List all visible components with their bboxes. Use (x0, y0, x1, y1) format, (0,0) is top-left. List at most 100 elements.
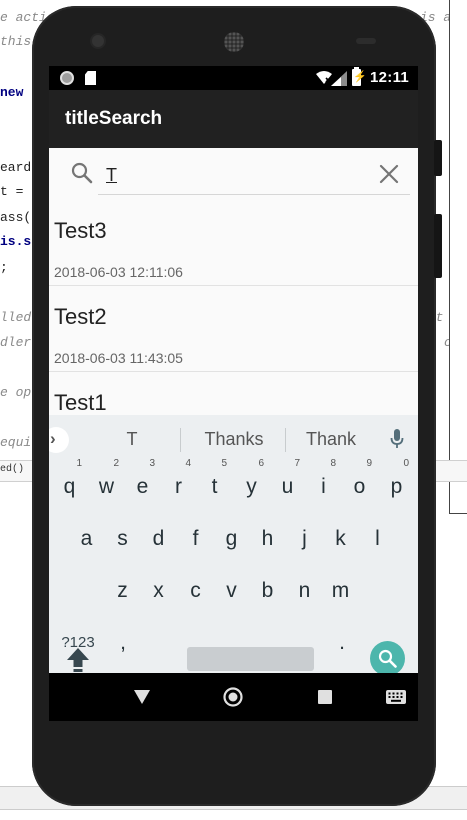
period-key[interactable]: . (330, 623, 354, 663)
key-i[interactable]: i8 (307, 459, 340, 507)
list-item[interactable]: Test3 2018-06-03 12:11:06 (49, 200, 418, 286)
list-item[interactable]: Test2 2018-06-03 11:43:05 (49, 286, 418, 372)
charging-bolt-icon: ⚡ (353, 71, 367, 83)
key-hint: 4 (185, 458, 191, 469)
sd-card-icon (85, 71, 96, 85)
code-line: eard (0, 160, 32, 175)
signal-icon (331, 71, 347, 86)
key-letter: q (63, 475, 76, 498)
key-hint: 2 (113, 458, 119, 469)
code-line: ass( (0, 210, 32, 225)
navigation-bar (49, 673, 418, 721)
code-line: new (0, 85, 24, 100)
key-g[interactable]: g (215, 519, 248, 559)
close-icon[interactable] (378, 163, 400, 185)
suggestion[interactable]: Thank (293, 429, 369, 450)
key-q[interactable]: q1 (53, 459, 86, 507)
search-icon (71, 162, 93, 184)
notification-icon (60, 71, 74, 85)
key-a[interactable]: a (70, 519, 103, 559)
key-letter: y (246, 475, 257, 498)
status-time: 12:11 (370, 69, 410, 86)
key-f[interactable]: f (179, 519, 212, 559)
recents-square-icon[interactable] (318, 690, 332, 704)
key-z[interactable]: z (106, 571, 139, 611)
code-line: this (0, 34, 32, 49)
key-p[interactable]: p0 (380, 459, 413, 507)
item-timestamp: 2018-06-03 11:43:05 (54, 350, 183, 366)
key-u[interactable]: u7 (271, 459, 304, 507)
battery-icon: ⚡ (352, 67, 367, 86)
volume-button[interactable] (434, 214, 442, 278)
key-w[interactable]: w2 (90, 459, 123, 507)
home-circle-icon[interactable] (223, 687, 243, 707)
key-v[interactable]: v (215, 571, 248, 611)
item-title: Test1 (54, 390, 107, 415)
ide-side-panel (449, 0, 467, 514)
code-line: equi (0, 435, 32, 450)
key-m[interactable]: m (324, 571, 357, 611)
key-hint: 8 (330, 458, 336, 469)
key-e[interactable]: e3 (126, 459, 159, 507)
key-letter: i (321, 475, 326, 498)
search-bar (49, 148, 418, 200)
key-j[interactable]: j (288, 519, 321, 559)
power-button[interactable] (434, 140, 442, 176)
device-screen: ⚡ 12:11 titleSearch Test3 2018-06-03 12:… (49, 66, 418, 721)
earpiece-speaker (224, 32, 244, 52)
search-underline (98, 194, 410, 195)
suggestion[interactable]: T (109, 429, 155, 450)
code-line: dler (0, 335, 32, 350)
code-line: ; (0, 260, 8, 275)
key-letter: t (211, 475, 218, 498)
key-t[interactable]: t5 (198, 459, 231, 507)
app-title: titleSearch (65, 108, 163, 129)
key-letter: u (281, 475, 294, 498)
key-r[interactable]: r4 (162, 459, 195, 507)
space-bar[interactable] (187, 647, 314, 671)
code-line: t = (0, 184, 24, 199)
item-title: Test3 (54, 218, 107, 243)
key-x[interactable]: x (142, 571, 175, 611)
chevron-right-icon: › (50, 429, 56, 448)
front-camera (92, 35, 104, 47)
key-k[interactable]: k (324, 519, 357, 559)
wifi-icon (316, 71, 332, 84)
microphone-icon[interactable] (390, 429, 404, 449)
proximity-sensor (356, 38, 376, 44)
keyboard-icon[interactable] (386, 690, 406, 704)
search-icon (378, 649, 397, 668)
code-line: e op (0, 385, 32, 400)
back-triangle-icon[interactable] (134, 690, 150, 704)
key-l[interactable]: l (361, 519, 394, 559)
suggestion[interactable]: Thanks (189, 429, 279, 450)
key-s[interactable]: s (106, 519, 139, 559)
key-n[interactable]: n (288, 571, 321, 611)
status-bar: ⚡ 12:11 (49, 66, 418, 90)
key-b[interactable]: b (251, 571, 284, 611)
key-letter: r (175, 475, 182, 498)
key-hint: 3 (149, 458, 155, 469)
search-enter-key[interactable] (370, 641, 405, 676)
key-hint: 9 (366, 458, 372, 469)
key-o[interactable]: o9 (343, 459, 376, 507)
soft-keyboard: › T Thanks Thank q1 w2 e3 r4 t5 y6 u7 i8 (49, 415, 418, 719)
symbols-key[interactable]: ?123 (57, 623, 99, 663)
desktop-stage: e a c t i o n this new eard t = ass( is.s ; l… (0, 0, 467, 820)
key-letter: o (353, 475, 366, 498)
ide-breadcrumb-text: ed() (0, 464, 25, 475)
comma-key[interactable]: , (111, 623, 135, 663)
app-bar: titleSearch (49, 90, 418, 148)
key-c[interactable]: c (179, 571, 212, 611)
key-d[interactable]: d (142, 519, 175, 559)
suggestion-strip: › T Thanks Thank (49, 415, 418, 465)
key-h[interactable]: h (251, 519, 284, 559)
key-letter: p (390, 475, 403, 498)
key-hint: 6 (258, 458, 264, 469)
key-hint: 0 (403, 458, 409, 469)
key-y[interactable]: y6 (235, 459, 268, 507)
item-title: Test2 (54, 304, 107, 329)
code-line: is.s (0, 234, 32, 249)
expand-suggestions-button[interactable]: › (49, 427, 69, 453)
search-input[interactable] (106, 162, 376, 188)
